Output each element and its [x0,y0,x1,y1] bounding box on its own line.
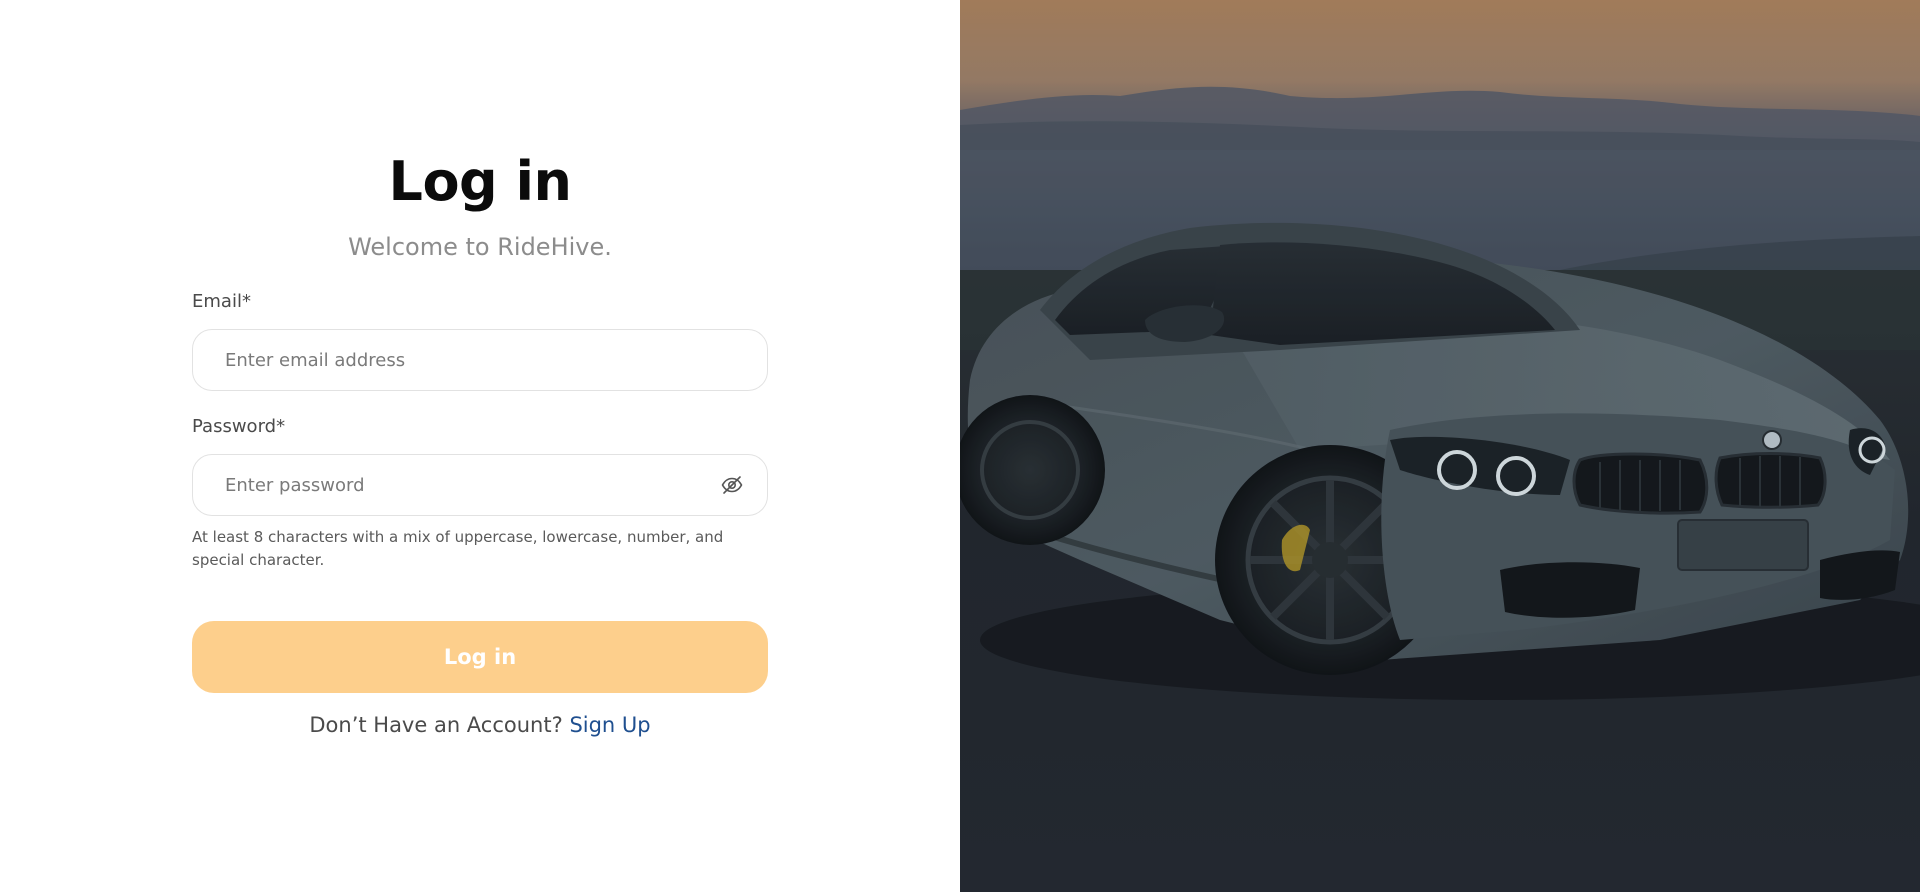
email-field-container [192,329,768,391]
password-field-container [192,454,768,516]
eye-off-icon[interactable] [718,471,745,499]
no-account-text: Don’t Have an Account? [309,713,563,737]
signup-prompt: Don’t Have an Account? Sign Up [0,711,960,739]
password-hint: At least 8 characters with a mix of uppe… [192,528,724,569]
email-label: Email* [192,291,251,312]
signup-link[interactable]: Sign Up [569,713,650,737]
login-button[interactable]: Log in [192,621,768,693]
password-label: Password* [192,416,286,437]
login-panel: Log in Welcome to RideHive. Email* Passw… [0,0,960,892]
welcome-subtitle: Welcome to RideHive. [348,233,612,261]
hero-image [960,0,1920,892]
page-title: Log in [388,150,572,213]
email-input[interactable] [223,348,737,372]
car-photo-illustration [960,0,1920,892]
password-input[interactable] [223,473,719,497]
